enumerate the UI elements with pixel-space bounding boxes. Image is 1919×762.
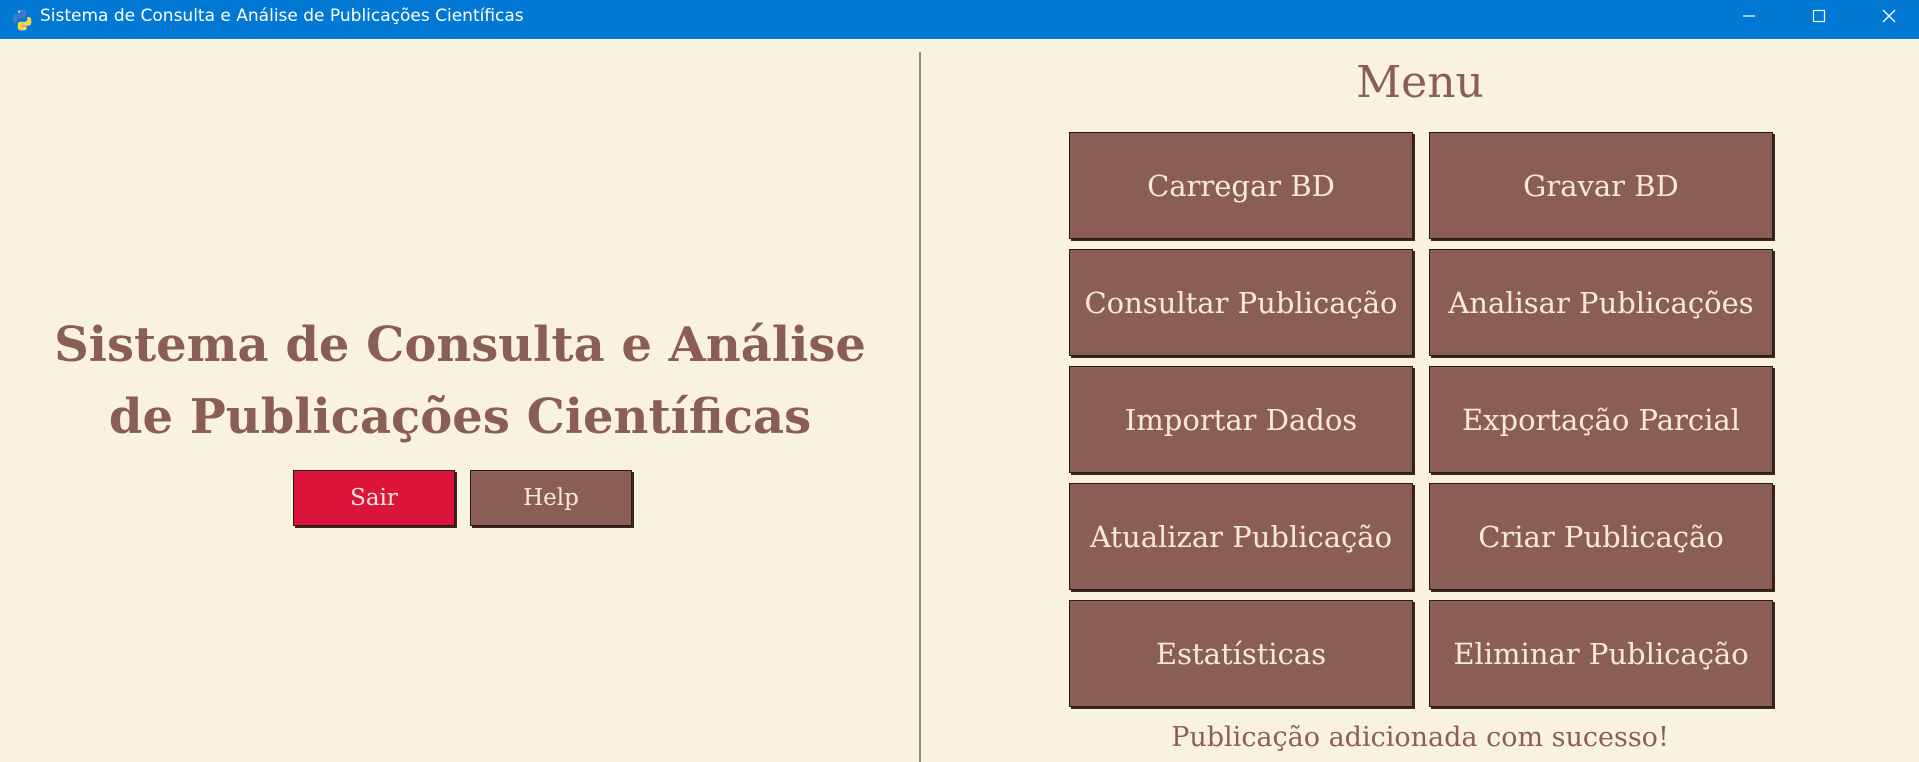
app-title: Sistema de Consulta e Análise de Publica… bbox=[54, 317, 866, 445]
partial-export-button[interactable]: Exportação Parcial bbox=[1429, 366, 1773, 473]
status-message: Publicação adicionada com sucesso! bbox=[1171, 722, 1669, 753]
import-data-button[interactable]: Importar Dados bbox=[1069, 366, 1413, 473]
minimize-icon[interactable] bbox=[1714, 0, 1784, 32]
menu-button-grid: Carregar BD Gravar BD Consultar Publicaç… bbox=[1069, 132, 1773, 707]
close-icon[interactable] bbox=[1854, 0, 1919, 32]
analyze-publications-button[interactable]: Analisar Publicações bbox=[1429, 249, 1773, 356]
exit-button[interactable]: Sair bbox=[293, 470, 455, 526]
app-window-content: Sistema de Consulta e Análise de Publica… bbox=[0, 39, 1919, 762]
menu-title: Menu bbox=[1356, 57, 1484, 108]
save-db-button[interactable]: Gravar BD bbox=[1429, 132, 1773, 239]
window-title: Sistema de Consulta e Análise de Publica… bbox=[40, 6, 524, 26]
maximize-icon[interactable] bbox=[1784, 0, 1854, 32]
help-button[interactable]: Help bbox=[470, 470, 632, 526]
python-icon bbox=[10, 8, 34, 32]
menu-panel: Menu Carregar BD Gravar BD Consultar Pub… bbox=[921, 39, 1919, 762]
load-db-button[interactable]: Carregar BD bbox=[1069, 132, 1413, 239]
create-publication-button[interactable]: Criar Publicação bbox=[1429, 483, 1773, 590]
statistics-button[interactable]: Estatísticas bbox=[1069, 600, 1413, 707]
left-panel: Sistema de Consulta e Análise de Publica… bbox=[0, 39, 919, 762]
delete-publication-button[interactable]: Eliminar Publicação bbox=[1429, 600, 1773, 707]
search-publication-button[interactable]: Consultar Publicação bbox=[1069, 249, 1413, 356]
window-titlebar: Sistema de Consulta e Análise de Publica… bbox=[0, 0, 1919, 39]
update-publication-button[interactable]: Atualizar Publicação bbox=[1069, 483, 1413, 590]
